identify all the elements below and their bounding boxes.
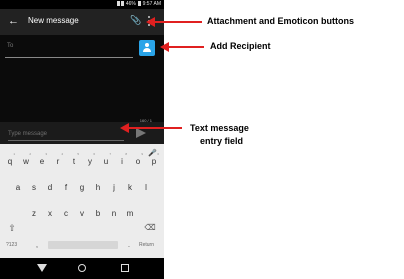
key-y[interactable]: y6 — [83, 152, 97, 170]
attachment-arrow-line — [154, 21, 202, 23]
key-hint: 8 — [125, 152, 127, 156]
key-q[interactable]: q1 — [3, 152, 17, 170]
page-title: New message — [28, 16, 79, 25]
status-time: 9:57 AM — [142, 1, 161, 7]
key-hint: 3 — [45, 152, 47, 156]
recipient-label: To — [7, 43, 14, 49]
space-key[interactable] — [48, 241, 118, 249]
key-n[interactable]: n — [107, 206, 121, 222]
key-u[interactable]: u7 — [99, 152, 113, 170]
add-recipient-button[interactable] — [139, 40, 155, 56]
nav-back-icon[interactable] — [37, 264, 47, 272]
app-bar: ← New message 📎 — [0, 9, 164, 35]
key-o[interactable]: o9 — [131, 152, 145, 170]
message-compose: 160 / 1 Type message — [0, 118, 164, 144]
nav-recents-icon[interactable] — [121, 264, 129, 272]
key-h[interactable]: h — [91, 180, 105, 196]
key-a[interactable]: a — [11, 180, 25, 196]
nav-home-icon[interactable] — [78, 264, 86, 272]
symbols-key[interactable]: ?123 — [6, 242, 17, 248]
keyboard: 🎤 q1w2e3r4t5y6u7i8o9p0 asdfghjkl zxcvbnm… — [0, 144, 164, 258]
key-e[interactable]: e3 — [35, 152, 49, 170]
battery-icon — [138, 1, 142, 7]
add-contact-icon-body — [143, 48, 151, 52]
entry-arrow-line — [128, 127, 182, 129]
key-hint: 2 — [29, 152, 31, 156]
key-d[interactable]: d — [43, 180, 57, 196]
key-z[interactable]: z — [27, 206, 41, 222]
return-key[interactable]: Return — [139, 242, 154, 248]
phone-screen: 46% 9:57 AM ← New message 📎 To 160 / 1 T… — [0, 0, 164, 279]
keyboard-row-1: q1w2e3r4t5y6u7i8o9p0 — [0, 152, 164, 170]
key-c[interactable]: c — [59, 206, 73, 222]
battery-level: 46% — [125, 1, 136, 7]
shift-icon[interactable]: ⇧ — [6, 223, 18, 233]
key-w[interactable]: w2 — [19, 152, 33, 170]
navigation-bar — [0, 258, 164, 279]
entry-callout-line-1: Text message — [190, 123, 249, 133]
key-b[interactable]: b — [91, 206, 105, 222]
key-x[interactable]: x — [43, 206, 57, 222]
recipient-arrow-line — [168, 46, 204, 48]
status-icons: 46% 9:57 AM — [116, 0, 161, 9]
key-j[interactable]: j — [107, 180, 121, 196]
period-key[interactable]: . — [128, 242, 130, 249]
key-hint: 4 — [61, 152, 63, 156]
paperclip-icon[interactable]: 📎 — [130, 15, 141, 26]
keyboard-row-3: zxcvbnm — [0, 206, 164, 222]
key-hint: 6 — [93, 152, 95, 156]
key-k[interactable]: k — [123, 180, 137, 196]
key-hint: 5 — [77, 152, 79, 156]
key-hint: 0 — [157, 152, 159, 156]
input-underline — [8, 140, 124, 141]
key-hint: 9 — [141, 152, 143, 156]
key-g[interactable]: g — [75, 180, 89, 196]
key-r[interactable]: r4 — [51, 152, 65, 170]
key-p[interactable]: p0 — [147, 152, 161, 170]
signal-icon — [117, 1, 121, 7]
attachment-callout: Attachment and Emoticon buttons — [207, 16, 354, 26]
char-counter: 160 / 1 — [139, 118, 152, 123]
key-v[interactable]: v — [75, 206, 89, 222]
backspace-icon[interactable]: ⌫ — [144, 223, 156, 233]
recipient-field[interactable]: To — [5, 41, 133, 58]
key-t[interactable]: t5 — [67, 152, 81, 170]
key-hint: 7 — [109, 152, 111, 156]
message-input[interactable]: Type message — [8, 131, 47, 137]
signal-icon-2 — [121, 1, 125, 7]
key-m[interactable]: m — [123, 206, 137, 222]
arrow-left-icon[interactable]: ← — [8, 15, 19, 27]
key-i[interactable]: i8 — [115, 152, 129, 170]
key-l[interactable]: l — [139, 180, 153, 196]
key-hint: 1 — [13, 152, 15, 156]
send-icon[interactable] — [136, 128, 146, 138]
key-f[interactable]: f — [59, 180, 73, 196]
add-contact-icon — [145, 43, 149, 47]
status-bar: 46% 9:57 AM — [0, 0, 164, 9]
comma-key[interactable]: , — [36, 242, 38, 249]
keyboard-row-2: asdfghjkl — [0, 180, 164, 196]
recipient-callout: Add Recipient — [210, 41, 271, 51]
key-s[interactable]: s — [27, 180, 41, 196]
entry-callout-line-2: entry field — [200, 136, 244, 146]
